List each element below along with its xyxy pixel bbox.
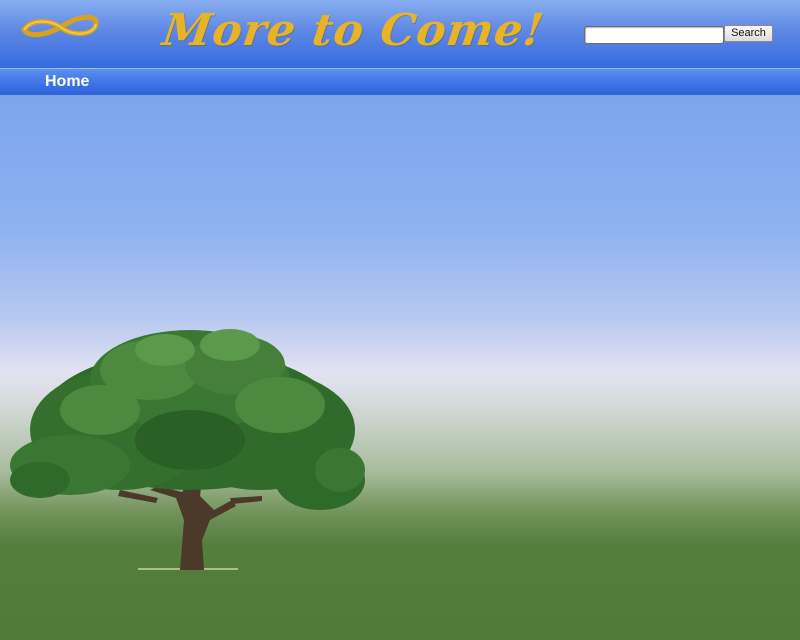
nav-bar: Home [0,68,800,95]
nav-item-home[interactable]: Home [45,73,89,91]
tree-icon [10,329,365,570]
search-input[interactable] [584,26,724,44]
infinity-ribbon-icon [20,14,99,38]
search-button[interactable]: Search [724,25,773,42]
site-title: More to Come! [159,5,548,56]
header: More to Come! Search [0,0,800,68]
